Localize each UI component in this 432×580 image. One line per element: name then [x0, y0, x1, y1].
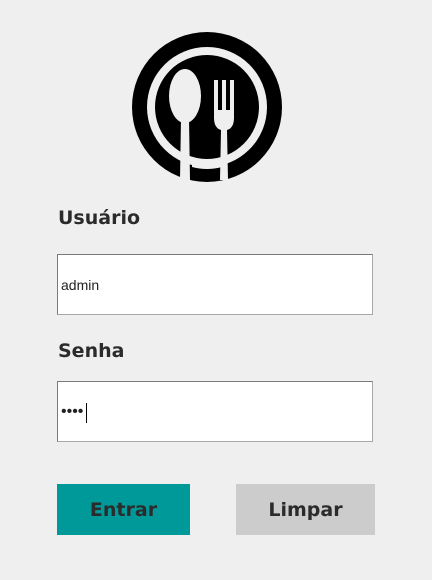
username-field-frame[interactable]	[57, 254, 373, 315]
username-input[interactable]	[58, 255, 372, 314]
enter-button[interactable]: Entrar	[57, 484, 190, 535]
spoon-fork-plate-icon	[132, 32, 282, 182]
clear-button[interactable]: Limpar	[236, 484, 375, 535]
restaurant-logo-icon	[130, 30, 284, 184]
password-field-frame[interactable]	[57, 381, 373, 442]
password-label: Senha	[58, 340, 125, 362]
username-label: Usuário	[58, 207, 141, 229]
password-input[interactable]	[58, 382, 372, 441]
